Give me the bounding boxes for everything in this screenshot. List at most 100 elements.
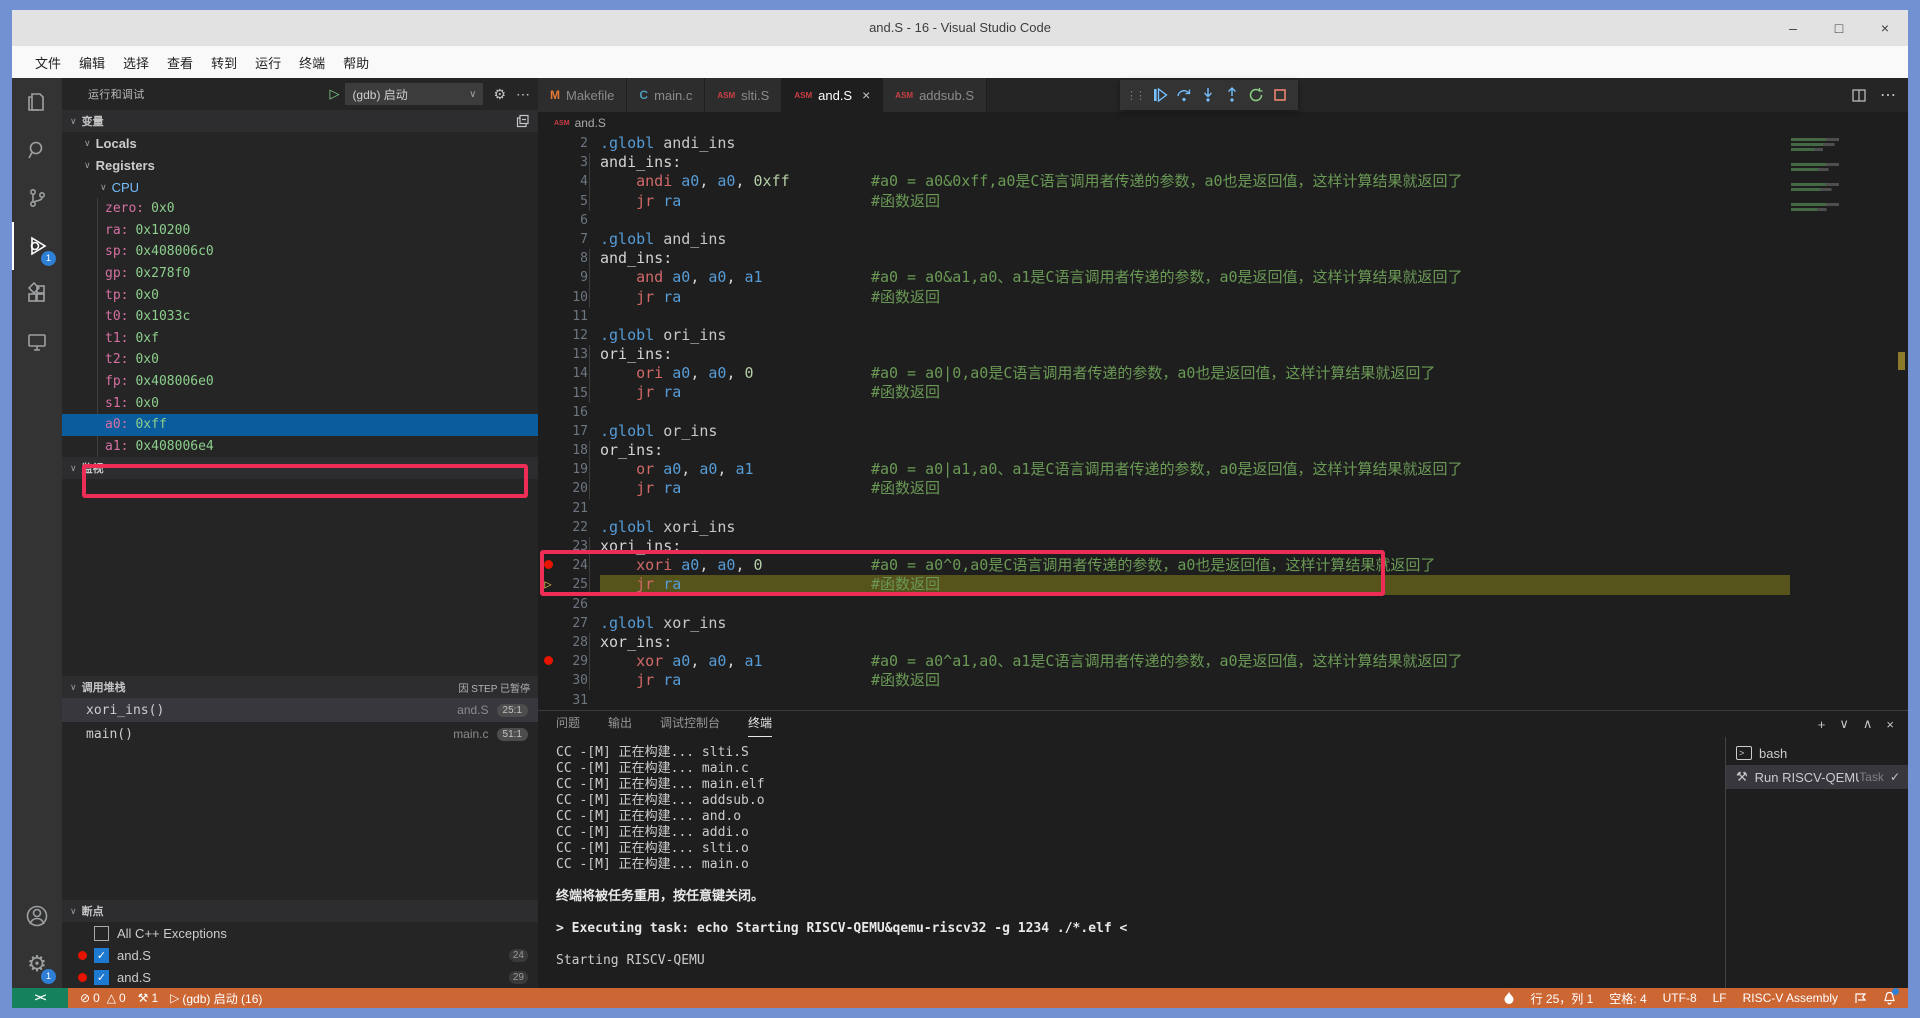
new-terminal-icon[interactable]: + [1818,717,1826,732]
code-line[interactable]: 31 [538,690,1908,709]
register-row[interactable]: gp:0x278f0 [62,263,538,285]
step-into-button[interactable] [1196,83,1220,107]
breakpoint-row[interactable]: All C++ Exceptions [62,922,538,944]
explorer-icon[interactable] [12,78,62,126]
breakpoint-checkbox[interactable]: ✓ [94,970,109,985]
watch-section-header[interactable]: ∨ 监视 [62,457,538,479]
drag-handle-icon[interactable]: ⋮⋮ [1126,89,1144,102]
collapse-all-icon[interactable] [516,114,530,128]
call-stack-frame[interactable]: main()main.c51:1 [62,722,538,746]
registers-group[interactable]: ∨ Registers [62,154,538,176]
menu-item-运行[interactable]: 运行 [246,49,290,76]
flame-indicator[interactable] [1503,991,1515,1005]
language-mode[interactable]: RISC-V Assembly [1743,991,1838,1005]
tab-and.S[interactable]: ASMand.S× [782,78,883,112]
register-row[interactable]: zero:0x0 [62,198,538,220]
terminal-list-item[interactable]: ⚒Run RISCV-QEMUTask✓ [1726,765,1908,789]
panel-tab-调试控制台[interactable]: 调试控制台 [660,711,720,737]
split-editor-icon[interactable] [1852,89,1866,102]
register-row[interactable]: ra:0x10200 [62,220,538,242]
notifications-indicator[interactable] [1883,991,1896,1005]
code-line[interactable]: 10 jr ra #函数返回 [538,288,1908,307]
step-over-button[interactable] [1172,83,1196,107]
code-line[interactable]: 3andi_ins: [538,153,1908,172]
menu-item-转到[interactable]: 转到 [202,49,246,76]
code-line[interactable]: 17.globl or_ins [538,422,1908,441]
cpu-group[interactable]: ∨ CPU [62,176,538,198]
code-line[interactable]: 21 [538,499,1908,518]
code-line[interactable]: 11 [538,307,1908,326]
tab-slti.S[interactable]: ASMslti.S [705,78,782,112]
code-line[interactable]: 9 and a0, a0, a1 #a0 = a0&a1,a0、a1是C语言调用… [538,268,1908,287]
register-row[interactable]: fp:0x408006e0 [62,371,538,393]
code-line[interactable]: 6 [538,211,1908,230]
menu-item-终端[interactable]: 终端 [290,49,334,76]
call-stack-section-header[interactable]: ∨ 调用堆栈 因 STEP 已暂停 [62,676,538,698]
menu-item-文件[interactable]: 文件 [26,49,70,76]
close-panel-icon[interactable]: × [1886,717,1894,732]
code-line[interactable]: 7.globl and_ins [538,230,1908,249]
restart-button[interactable] [1244,83,1268,107]
menu-item-帮助[interactable]: 帮助 [334,49,378,76]
register-row[interactable]: a1:0x408006e4 [62,436,538,458]
register-row[interactable]: a0:0xff [62,414,538,436]
variables-section-header[interactable]: ∨ 变量 [62,110,538,132]
feedback-indicator[interactable] [1854,992,1867,1005]
step-out-button[interactable] [1220,83,1244,107]
code-line[interactable]: 2.globl andi_ins [538,134,1908,153]
code-line[interactable]: 8and_ins: [538,249,1908,268]
close-tab-icon[interactable]: × [862,87,870,103]
locals-group[interactable]: ∨ Locals [62,132,538,154]
continue-button[interactable] [1148,83,1172,107]
stop-button[interactable] [1268,83,1292,107]
problems-indicator[interactable]: ⊘0 △0 [80,991,126,1005]
tasks-indicator[interactable]: ⚒1 [138,991,158,1005]
breakpoint-dot-icon[interactable] [538,556,558,575]
tab-main.c[interactable]: Cmain.c [627,78,705,112]
remote-indicator[interactable]: >< [12,988,68,1008]
register-row[interactable]: t2:0x0 [62,349,538,371]
code-editor[interactable]: 2.globl andi_ins3andi_ins:4 andi a0, a0,… [538,134,1908,710]
maximize-panel-icon[interactable]: ∧ [1863,716,1873,732]
start-debug-icon[interactable]: ▷ [329,86,339,102]
breakpoint-checkbox[interactable]: ✓ [94,948,109,963]
terminal-dropdown-icon[interactable]: ∨ [1839,716,1849,732]
source-control-icon[interactable] [12,174,62,222]
call-stack-frame[interactable]: xori_ins()and.S25:1 [62,698,538,722]
register-row[interactable]: sp:0x408006c0 [62,241,538,263]
code-line[interactable]: 13ori_ins: [538,345,1908,364]
register-row[interactable]: t1:0xf [62,328,538,350]
code-line[interactable]: 23xori_ins: [538,537,1908,556]
close-button[interactable]: × [1862,10,1908,46]
menu-item-编辑[interactable]: 编辑 [70,49,114,76]
search-icon[interactable] [12,126,62,174]
code-line[interactable]: 30 jr ra #函数返回 [538,671,1908,690]
tab-addsub.S[interactable]: ASMaddsub.S [883,78,987,112]
register-row[interactable]: t0:0x1033c [62,306,538,328]
code-line[interactable]: 12.globl ori_ins [538,326,1908,345]
terminal-output[interactable]: CC -[M] 正在构建... slti.SCC -[M] 正在构建... ma… [538,737,1725,988]
code-line[interactable]: 4 andi a0, a0, 0xff #a0 = a0&0xff,a0是C语言… [538,172,1908,191]
menu-item-选择[interactable]: 选择 [114,49,158,76]
panel-tab-问题[interactable]: 问题 [556,711,580,737]
code-line[interactable]: ▷25 jr ra #函数返回 [538,575,1908,594]
register-row[interactable]: tp:0x0 [62,284,538,306]
code-line[interactable]: 22.globl xori_ins [538,518,1908,537]
code-line[interactable]: 24 xori a0, a0, 0 #a0 = a0^0,a0是C语言调用者传递… [538,556,1908,575]
menu-item-查看[interactable]: 查看 [158,49,202,76]
code-line[interactable]: 26 [538,595,1908,614]
code-line[interactable]: 19 or a0, a0, a1 #a0 = a0|a1,a0、a1是C语言调用… [538,460,1908,479]
indentation[interactable]: 空格: 4 [1609,990,1646,1007]
breadcrumb[interactable]: ASM and.S [538,112,1908,134]
code-line[interactable]: 15 jr ra #函数返回 [538,383,1908,402]
breakpoint-row[interactable]: ✓and.S29 [62,966,538,988]
settings-gear-icon[interactable]: ⚙ 1 [12,940,62,988]
debug-config-dropdown[interactable]: (gdb) 启动 ∨ [345,83,483,105]
more-actions-icon[interactable]: ⋯ [1880,85,1896,105]
code-line[interactable]: 18or_ins: [538,441,1908,460]
breakpoint-dot-icon[interactable] [538,652,558,671]
breakpoint-row[interactable]: ✓and.S24 [62,944,538,966]
tab-Makefile[interactable]: MMakefile [538,78,627,112]
code-line[interactable]: 20 jr ra #函数返回 [538,479,1908,498]
run-debug-icon[interactable]: 1 [12,222,62,270]
